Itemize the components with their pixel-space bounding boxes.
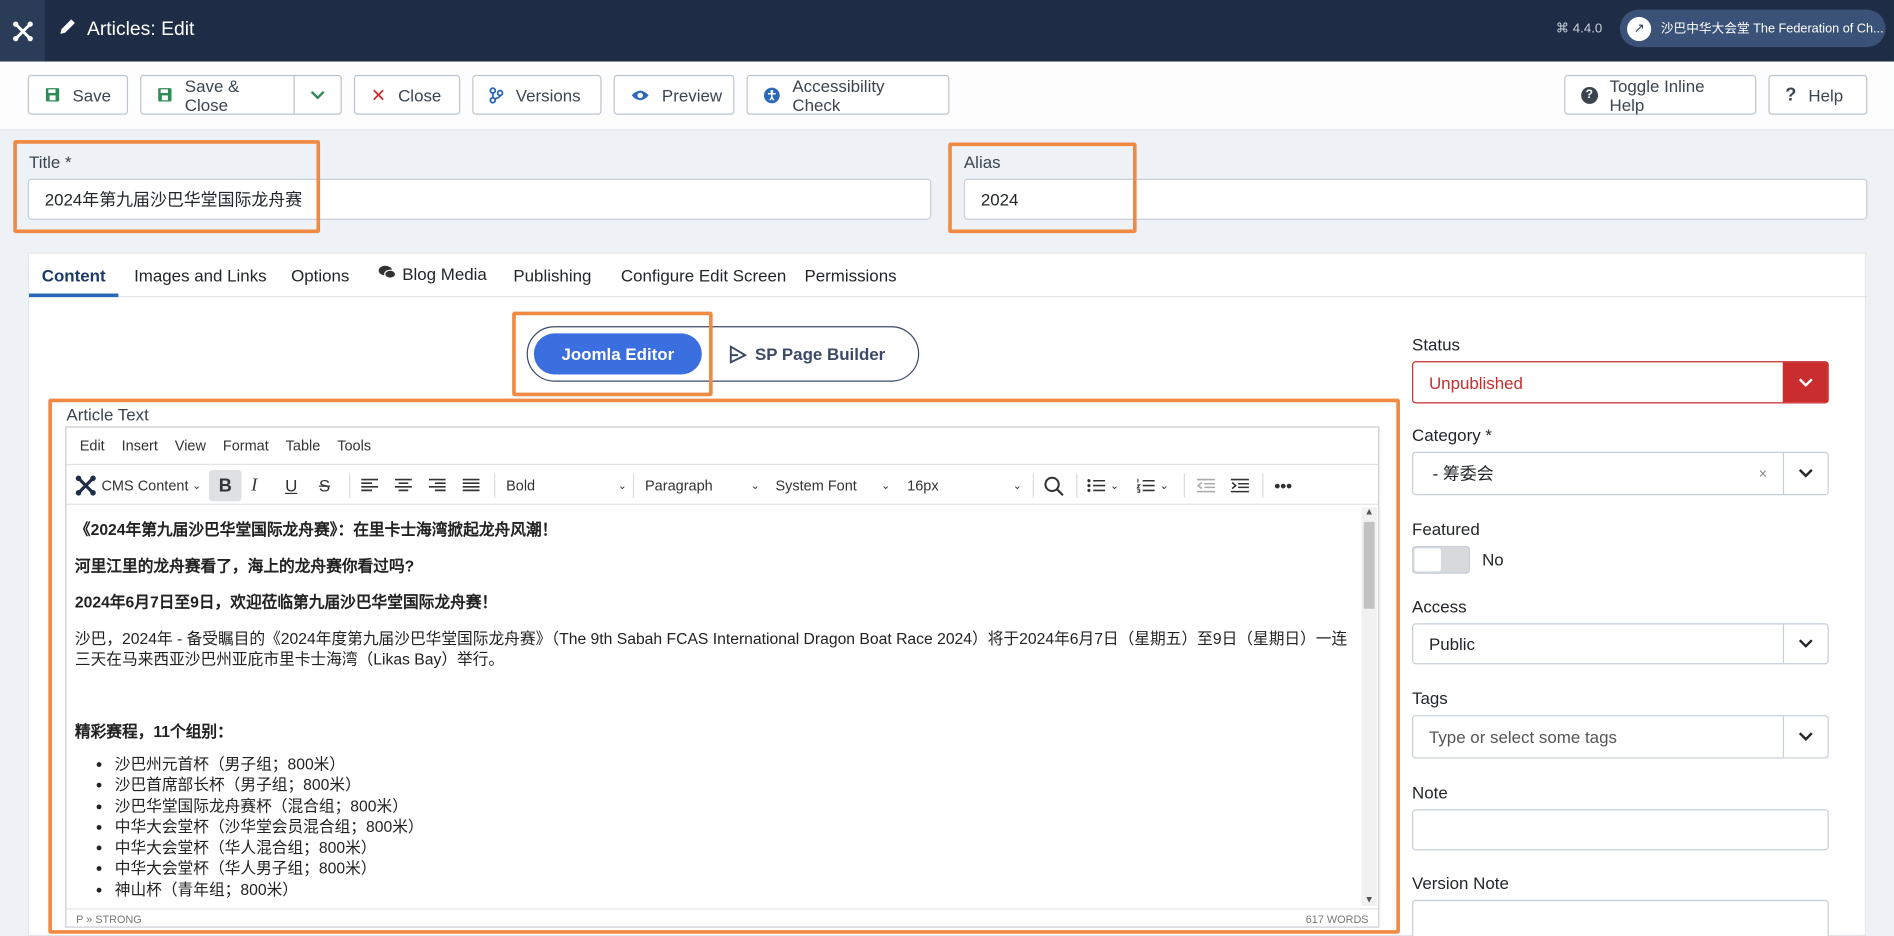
save-icon [45,88,60,102]
editor-switch-highlight [512,311,713,397]
external-link-icon: ↗ [1627,16,1652,41]
title-highlight [13,140,321,234]
article-text-highlight [48,398,1400,934]
pencil-icon [58,17,77,42]
tab-configure-edit-screen[interactable]: Configure Edit Screen [621,266,786,285]
save-button[interactable]: Save [27,74,129,115]
tab-content[interactable]: Content [28,254,119,298]
chevron-down-icon [1782,452,1828,495]
tags-input[interactable]: Type or select some tags [1412,715,1829,759]
note-label: Note [1412,782,1448,803]
branch-icon [489,86,504,103]
comments-icon [378,265,397,284]
toggle-inline-help-button[interactable]: ? Toggle Inline Help [1564,74,1757,115]
access-select[interactable]: Public [1412,623,1829,665]
tab-permissions[interactable]: Permissions [804,266,896,285]
save-options-dropdown[interactable] [293,74,342,115]
save-icon [158,88,172,102]
site-name: 沙巴中华大会堂 The Federation of Ch... [1660,21,1884,37]
view-site-button[interactable]: ↗ 沙巴中华大会堂 The Federation of Ch... [1619,9,1886,48]
question-icon: ? [1785,84,1797,106]
tab-bar: Content Images and Links Options Blog Me… [28,254,1868,298]
status-label: Status [1412,334,1460,354]
alias-highlight [948,142,1137,234]
tags-label: Tags [1412,688,1448,708]
featured-value: No [1482,549,1504,569]
version-note-input[interactable] [1412,899,1829,936]
chevron-down-icon [1782,624,1828,664]
chevron-down-icon [1782,716,1828,758]
tab-blog-media[interactable]: Blog Media [378,265,487,284]
page-title: Articles: Edit [58,17,194,42]
page-builder-icon [729,344,747,363]
note-input[interactable] [1412,809,1829,851]
version-label: ⌘ 4.4.0 [1555,21,1603,37]
close-button[interactable]: ✕ Close [353,74,461,115]
tab-options[interactable]: Options [291,266,349,285]
help-button[interactable]: ? Help [1768,74,1868,115]
accessibility-icon [763,86,780,103]
clear-icon[interactable]: × [1759,465,1767,482]
category-select[interactable]: - 筹委会 × [1412,451,1829,496]
tab-publishing[interactable]: Publishing [513,266,591,285]
eye-icon [631,89,649,100]
versions-button[interactable]: Versions [472,74,602,115]
featured-toggle[interactable] [1412,545,1471,574]
sp-page-builder-button[interactable]: SP Page Builder [729,344,885,364]
featured-label: Featured [1412,519,1480,539]
page-title-text: Articles: Edit [86,18,195,40]
close-icon: ✕ [370,85,387,106]
save-close-button[interactable]: Save & Close [140,74,295,115]
status-select[interactable]: Unpublished [1412,361,1829,404]
top-header-bar [0,0,1894,62]
preview-button[interactable]: Preview [613,74,735,115]
accessibility-check-button[interactable]: Accessibility Check [746,74,950,115]
question-circle-icon: ? [1581,86,1598,104]
chevron-down-icon [1782,362,1828,403]
category-label: Category * [1412,425,1492,445]
joomla-logo-icon[interactable] [0,0,45,62]
tab-images-links[interactable]: Images and Links [134,266,267,285]
chevron-down-icon [310,90,325,99]
version-note-label: Version Note [1412,873,1509,893]
access-label: Access [1412,596,1467,617]
